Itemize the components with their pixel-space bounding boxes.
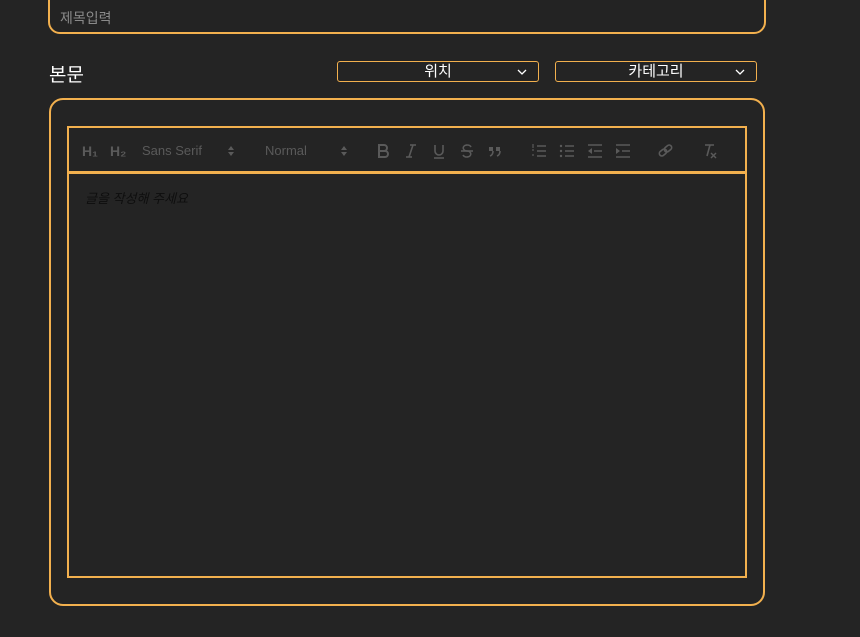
location-select[interactable]: 위치 [337,61,539,82]
bullet-list-button[interactable] [559,142,575,160]
font-size-value: Normal [265,143,307,158]
location-select-value: 위치 [424,63,452,80]
editor-content-area[interactable]: 글을 작성해 주세요 [67,173,747,578]
indent-icon [616,144,630,158]
underline-button[interactable] [432,142,446,160]
clear-format-icon [705,144,717,159]
header-1-button[interactable]: H₁ [82,142,98,160]
link-icon [658,144,673,157]
updown-arrows-icon [341,146,347,156]
ordered-list-button[interactable] [531,142,547,160]
strike-button[interactable] [460,142,474,160]
post-editor-page: 본문 위치 카테고리 H₁ H₂ Sans Serif Normal [0,0,860,637]
category-select[interactable]: 카테고리 [555,61,757,82]
strikethrough-icon [461,144,473,158]
font-size-select[interactable]: Normal [265,142,307,160]
italic-icon [406,144,416,158]
ordered-list-icon [532,144,546,157]
clear-format-button[interactable] [702,142,718,160]
body-label: 본문 [49,65,84,86]
header-2-button[interactable]: H₂ [110,142,126,160]
bold-icon [378,144,389,158]
category-select-value: 카테고리 [628,63,684,80]
outdent-icon [588,144,602,158]
bullet-list-icon [559,144,574,158]
editor-placeholder: 글을 작성해 주세요 [85,191,188,206]
bold-button[interactable] [376,142,390,160]
quote-icon [489,147,501,157]
link-button[interactable] [658,142,674,160]
updown-arrows-icon [228,146,234,156]
blockquote-button[interactable] [488,142,502,160]
font-family-select[interactable]: Sans Serif [142,142,202,160]
indent-button[interactable] [615,142,631,160]
italic-button[interactable] [404,142,418,160]
outdent-button[interactable] [587,142,603,160]
title-input[interactable] [48,0,766,34]
font-family-value: Sans Serif [142,143,202,158]
underline-icon [434,145,444,159]
chevron-down-icon [517,69,527,75]
editor-toolbar: H₁ H₂ Sans Serif Normal [67,126,747,174]
chevron-down-icon [735,69,745,75]
